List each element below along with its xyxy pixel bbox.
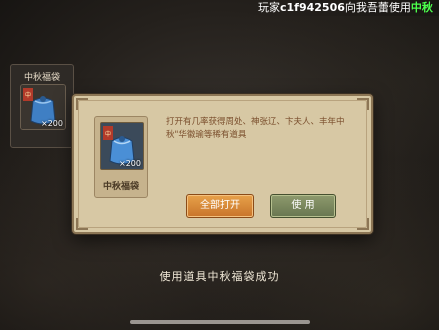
- open-all-button[interactable]: 全部打开: [186, 194, 254, 218]
- use-button[interactable]: 使 用: [270, 194, 336, 218]
- inventory-item-title: 中秋福袋: [23, 73, 60, 83]
- item-card: 中 ×200 中秋福袋: [94, 116, 148, 198]
- inventory-item-panel[interactable]: 中秋福袋 中 ×200: [10, 64, 74, 148]
- broadcast-highlight: 中秋: [410, 1, 433, 14]
- inventory-item-quantity: ×200: [41, 119, 63, 128]
- item-description: 打开有几率获得周处、神张辽、卞夫人、丰年中秋"华徽瑜等稀有道具: [166, 117, 345, 140]
- home-indicator[interactable]: [130, 320, 310, 324]
- broadcast-prefix: 玩家: [258, 1, 280, 14]
- success-toast: 使用道具中秋福袋成功: [159, 270, 280, 283]
- svg-text:中: 中: [25, 91, 31, 99]
- broadcast-marquee: 玩家c1f942506向我吾蕾使用中秋: [0, 0, 439, 16]
- dialog-corner-ornament: [76, 218, 88, 230]
- broadcast-username: c1f942506: [280, 1, 345, 14]
- dialog-corner-ornament: [76, 98, 88, 110]
- item-quantity: ×200: [119, 159, 141, 168]
- broadcast-message: 向我吾蕾使用: [344, 1, 411, 14]
- use-item-dialog: 中 ×200 中秋福袋 打开有几率获得周处、神张辽、卞夫人、丰年中秋"华徽瑜等稀…: [72, 94, 373, 234]
- dialog-corner-ornament: [357, 218, 369, 230]
- item-icon-slot: 中 ×200: [100, 122, 144, 170]
- svg-text:中: 中: [105, 130, 111, 138]
- item-name: 中秋福袋: [102, 182, 139, 192]
- inventory-item-slot[interactable]: 中 ×200: [20, 84, 66, 130]
- dialog-corner-ornament: [357, 98, 369, 110]
